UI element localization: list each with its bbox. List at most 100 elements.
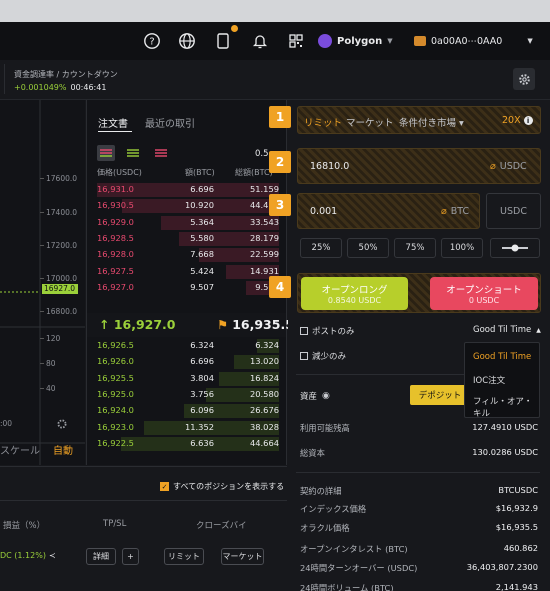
tab-market[interactable]: マーケット: [346, 115, 394, 129]
slider-icon: [502, 244, 528, 252]
ask-row[interactable]: 16,928.5 5.580 28.179: [97, 231, 279, 247]
chevron-down-icon: ▼: [387, 37, 393, 45]
tif-value: Good Til Time: [473, 325, 532, 335]
network-name: Polygon: [337, 35, 383, 47]
bid-row[interactable]: 16,924.0 6.096 26.676: [97, 403, 279, 419]
tif-option-gtt[interactable]: Good Til Time: [473, 352, 531, 362]
y-tick: 17000.0: [46, 274, 78, 283]
open-short-button[interactable]: オープンショート 0 USDC: [430, 277, 538, 310]
bid-row[interactable]: 16,925.0 3.756 20.580: [97, 387, 279, 403]
bid-row[interactable]: 16,923.0 11.352 38.028: [97, 420, 279, 436]
active-tab-underline: [98, 131, 132, 132]
checkbox-icon: [300, 327, 308, 335]
mark-price: ⚑ 16,935.5: [217, 317, 294, 332]
ask-row[interactable]: 16,928.0 7.668 22.599: [97, 247, 279, 263]
view-asks-button[interactable]: [155, 148, 167, 158]
view-bids-button[interactable]: [127, 148, 139, 158]
mark-price-value: 16,935.5: [232, 317, 294, 332]
x-tick: :00: [0, 419, 13, 428]
total-cell: 51.159: [249, 184, 279, 194]
tab-recent-trades[interactable]: 最近の取引: [145, 115, 195, 130]
tab-conditional[interactable]: 条件付き市場 ▾: [399, 115, 464, 129]
time-in-force-selector[interactable]: Good Til Time ▲: [473, 325, 541, 335]
size-cell: 5.424: [190, 265, 214, 276]
funding-values: +0.001049% 00:46:41: [14, 83, 106, 92]
col-pnl: 損益（%）: [3, 521, 46, 531]
total-cell: 13.020: [249, 356, 279, 367]
globe-icon[interactable]: [178, 32, 196, 50]
eye-icon[interactable]: ◉: [322, 391, 330, 401]
deposit-button[interactable]: デポジット: [410, 385, 470, 405]
size-slider[interactable]: [490, 238, 540, 258]
chart-settings-icon[interactable]: [56, 418, 68, 430]
ask-row[interactable]: 16,929.0 5.364 33.543: [97, 215, 279, 231]
add-tpsl-button[interactable]: +: [122, 548, 139, 565]
view-both-button[interactable]: [97, 145, 115, 161]
wallet-address: 0a00A0⋯0AA0: [431, 35, 503, 47]
chevron-up-icon: ▲: [536, 326, 541, 334]
close-market-button[interactable]: マーケット: [221, 548, 264, 565]
network-selector[interactable]: Polygon ▼: [318, 31, 393, 51]
flag-icon: ⚑: [217, 317, 229, 332]
show-all-positions-checkbox[interactable]: ✓ すべてのポジションを表示する: [160, 481, 284, 492]
post-only-checkbox[interactable]: ポストのみ: [300, 325, 355, 337]
tab-order-book[interactable]: 注文書: [98, 115, 128, 130]
precision-selector[interactable]: 0.5: [255, 149, 269, 159]
funding-label: 資金調達率 / カウントダウン: [14, 70, 118, 79]
bid-row[interactable]: 16,926.0 6.696 13.020: [97, 354, 279, 370]
open-long-button[interactable]: オープンロング 0.8540 USDC: [301, 277, 408, 310]
total-cell: 6.324: [255, 340, 279, 350]
close-limit-button[interactable]: リミット: [164, 548, 204, 565]
size-value: 0.001: [310, 206, 338, 217]
pct-50-button[interactable]: 50%: [347, 238, 389, 258]
reduce-only-checkbox[interactable]: 減少のみ: [300, 350, 346, 362]
bid-row[interactable]: 16,926.5 6.324 6.324: [97, 338, 279, 354]
price-chart[interactable]: 17600.0 17400.0 17200.0 17000.0 16927.0 …: [0, 100, 85, 465]
checkbox-checked-icon: ✓: [160, 482, 169, 491]
col-price: 価格(USDC): [97, 168, 142, 177]
size-cell: 6.636: [190, 437, 214, 448]
size-cell: 6.324: [190, 340, 214, 350]
size-usdc-toggle[interactable]: USDC: [486, 193, 541, 229]
polygon-icon: [318, 34, 332, 48]
size-cell: 6.696: [190, 184, 214, 194]
volume-24h-label: 24時間ボリューム (BTC): [300, 583, 394, 591]
price-value: 16810.0: [310, 161, 350, 172]
tif-option-fok[interactable]: フィル・オア・キル: [473, 395, 539, 419]
scale-label[interactable]: スケール: [0, 442, 40, 457]
bid-row[interactable]: 16,922.5 6.636 44.664: [97, 436, 279, 452]
position-pnl: DC (1.12%) ≺: [0, 551, 56, 560]
tab-limit[interactable]: リミット: [304, 115, 342, 129]
tif-option-ioc[interactable]: IOC注文: [473, 374, 505, 386]
orderbook-both-icon: [100, 149, 112, 157]
share-icon[interactable]: ≺: [49, 551, 56, 560]
divider: [4, 64, 5, 94]
price-cell: 16,925.0: [97, 388, 134, 399]
bid-row[interactable]: 16,925.5 3.804 16.824: [97, 371, 279, 387]
leverage-button[interactable]: 20X i: [502, 115, 533, 126]
ask-row[interactable]: 16,927.5 5.424 14.931: [97, 264, 279, 280]
settings-button[interactable]: [513, 68, 535, 90]
price-cell: 16,922.5: [97, 437, 134, 448]
qr-code-icon[interactable]: [287, 32, 305, 50]
wallet-selector[interactable]: 0a00A0⋯0AA0 ▼: [414, 31, 533, 51]
auto-scale-button[interactable]: 自動: [53, 442, 73, 457]
bell-icon[interactable]: [251, 32, 269, 50]
ask-row[interactable]: 16,927.0 9.507 9.507: [97, 280, 279, 296]
pct-25-button[interactable]: 25%: [300, 238, 342, 258]
mobile-icon[interactable]: [214, 32, 232, 50]
ask-row[interactable]: 16,930.5 10.920 44.463: [97, 198, 279, 214]
detail-button[interactable]: 詳細: [86, 548, 116, 565]
help-icon[interactable]: ?: [143, 32, 161, 50]
ask-row[interactable]: 16,931.0 6.696 51.159: [97, 182, 279, 198]
wallet-avatar-icon: [414, 36, 426, 46]
size-cell: 11.352: [184, 421, 214, 432]
price-cell: 16,927.5: [97, 265, 134, 276]
divider: [0, 500, 287, 501]
post-only-label: ポストのみ: [312, 327, 355, 337]
price-cell: 16,928.0: [97, 249, 134, 260]
pct-75-button[interactable]: 75%: [394, 238, 436, 258]
price-cell: 16,930.5: [97, 200, 134, 211]
orderbook-asks-icon: [155, 149, 167, 157]
pct-100-button[interactable]: 100%: [441, 238, 483, 258]
